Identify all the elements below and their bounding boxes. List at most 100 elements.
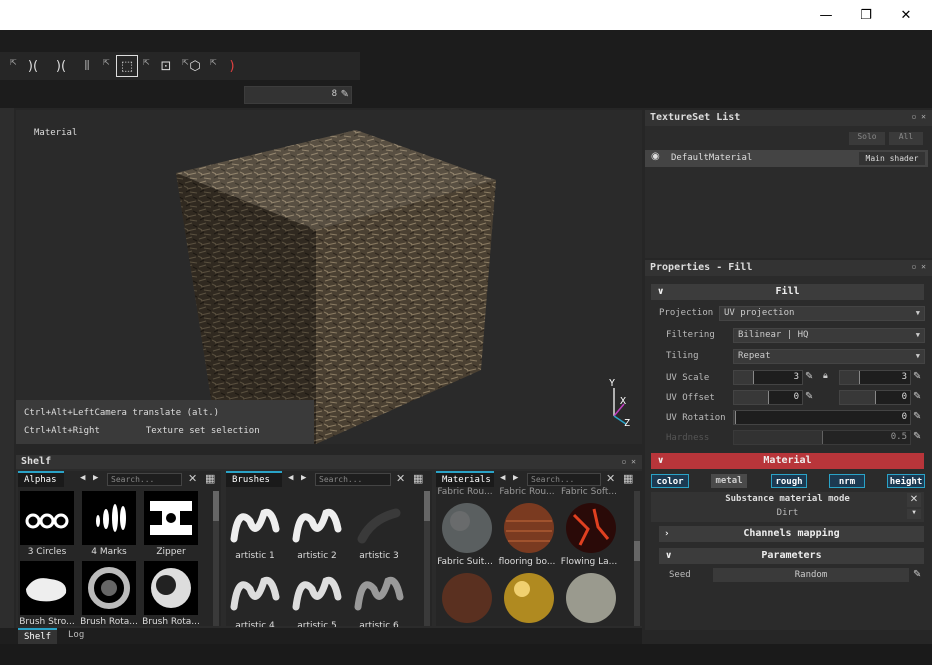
brush-thumb[interactable] (352, 499, 406, 553)
filtering-dropdown[interactable]: Bilinear | HQ ▼ (733, 328, 925, 343)
textureset-item[interactable]: ◉ DefaultMaterial Main shader (645, 150, 928, 167)
popout-icon[interactable]: ⇱ (10, 58, 17, 67)
material-ball[interactable] (502, 571, 556, 625)
material-ball[interactable] (564, 501, 618, 555)
close-window-button[interactable]: ✕ (886, 0, 926, 30)
material-section-header[interactable]: ∨ Material (651, 453, 924, 469)
cube-view-icon[interactable]: ⬡ (184, 55, 206, 77)
camera-icon[interactable]: ⊡ (154, 55, 178, 77)
channels-mapping-header[interactable]: › Channels mapping (659, 526, 924, 542)
pen-icon[interactable]: ✎ (805, 391, 813, 402)
pen-icon[interactable]: ✎ (805, 371, 813, 382)
material-ball[interactable] (440, 571, 494, 625)
brush-thumb[interactable] (228, 499, 282, 553)
uv-rotation-slider[interactable]: 0 (733, 410, 911, 425)
uv-scale-u-slider[interactable]: 3 (733, 370, 803, 385)
tab-shelf[interactable]: Shelf (18, 628, 58, 644)
grid-view-icon[interactable]: ▦ (623, 472, 633, 485)
remove-substance-icon[interactable]: ✕ (907, 493, 921, 507)
brush-thumb[interactable] (228, 567, 282, 621)
pen-icon[interactable]: ✎ (913, 371, 921, 382)
arrow-left-icon[interactable]: ◀ (500, 473, 505, 483)
material-ball[interactable] (440, 501, 494, 555)
pen-icon[interactable]: ✎ (341, 89, 349, 100)
channel-nrm-button[interactable]: nrm (829, 474, 865, 488)
alphas-scrollbar[interactable] (213, 491, 219, 626)
clear-search-icon[interactable]: ✕ (606, 472, 615, 485)
alphas-search-input[interactable]: Search... (107, 473, 182, 486)
popout-icon[interactable]: ⇱ (103, 58, 110, 67)
materials-search-input[interactable]: Search... (527, 473, 601, 486)
symmetry-x-icon[interactable]: )( (48, 55, 74, 77)
alpha-thumb[interactable] (144, 491, 198, 545)
clear-search-icon[interactable]: ✕ (188, 472, 197, 485)
pen-icon[interactable]: ✎ (913, 431, 921, 442)
brushes-scrollbar[interactable] (424, 491, 430, 626)
arrow-right-icon[interactable]: ▶ (301, 473, 306, 483)
channel-rough-button[interactable]: rough (771, 474, 807, 488)
radio-icon[interactable]: ◉ (651, 151, 660, 162)
uv-offset-u-slider[interactable]: 0 (733, 390, 803, 405)
minimize-button[interactable]: — (806, 0, 846, 30)
maximize-button[interactable]: ❐ (846, 0, 886, 30)
material-ball[interactable] (564, 571, 618, 625)
uv-scale-u-value: 3 (793, 372, 799, 382)
seed-random-button[interactable]: Random (713, 568, 909, 582)
all-button[interactable]: All (889, 132, 923, 145)
shader-selector[interactable]: Main shader (859, 152, 925, 165)
pen-icon[interactable]: ✎ (913, 569, 921, 580)
filtering-value: Bilinear | HQ (738, 330, 809, 340)
brushes-tab[interactable]: Brushes (226, 471, 282, 487)
fill-section-header[interactable]: ∨ Fill (651, 284, 924, 300)
grid-view-icon[interactable]: ▦ (413, 472, 423, 485)
brush-thumb[interactable] (290, 499, 344, 553)
arrow-left-icon[interactable]: ◀ (288, 473, 293, 483)
alpha-thumb[interactable] (20, 491, 74, 545)
materials-scrollbar[interactable] (634, 491, 640, 626)
clear-search-icon[interactable]: ✕ (396, 472, 405, 485)
tiling-dropdown[interactable]: Repeat ▼ (733, 349, 925, 364)
symmetry-options-icon[interactable]: ⦀ (76, 55, 98, 77)
pen-icon[interactable]: ✎ (913, 391, 921, 402)
lock-icon[interactable]: 🔒︎ (823, 371, 828, 381)
arrow-right-icon[interactable]: ▶ (93, 473, 98, 483)
3d-viewport[interactable]: Material Y X Z Ctrl+Alt+LeftCamera trans… (16, 110, 642, 444)
brush-label: artistic 1 (235, 551, 275, 561)
materials-tab[interactable]: Materials (436, 471, 494, 487)
popout-icon[interactable]: ⇱ (143, 58, 150, 67)
projection-dropdown[interactable]: UV projection ▼ (719, 306, 925, 321)
symmetry-mirror-icon[interactable]: )( (20, 55, 46, 77)
pen-icon[interactable]: ✎ (913, 411, 921, 422)
solo-button[interactable]: Solo (849, 132, 885, 145)
channel-height-button[interactable]: height (887, 474, 925, 488)
tab-log[interactable]: Log (62, 628, 90, 644)
chevron-down-icon[interactable]: ▼ (907, 509, 921, 519)
symmetry-red-icon[interactable]: ) (222, 55, 242, 77)
alpha-thumb[interactable] (82, 561, 136, 615)
grid-view-icon[interactable]: ▦ (205, 472, 215, 485)
alpha-thumb[interactable] (20, 561, 74, 615)
object-mode-icon[interactable]: ⬚ (116, 55, 138, 77)
alpha-thumb[interactable] (144, 561, 198, 615)
toolbar-slider[interactable]: 8 ✎ (244, 86, 352, 104)
parameters-header[interactable]: ∨ Parameters (659, 548, 924, 564)
channel-color-button[interactable]: color (651, 474, 689, 488)
textured-cube[interactable] (16, 110, 642, 444)
brush-thumb[interactable] (352, 567, 406, 621)
alpha-thumb[interactable] (82, 491, 136, 545)
alphas-tab[interactable]: Alphas (18, 471, 64, 487)
panel-window-icons[interactable]: ▫ ✕ (912, 262, 926, 271)
brush-thumb[interactable] (290, 567, 344, 621)
arrow-right-icon[interactable]: ▶ (513, 473, 518, 483)
panel-window-icons[interactable]: ▫ ✕ (912, 112, 926, 121)
uv-scale-v-slider[interactable]: 3 (839, 370, 911, 385)
panel-window-icons[interactable]: ▫ ✕ (622, 457, 636, 466)
material-ball[interactable] (502, 501, 556, 555)
uv-offset-v-value: 0 (901, 392, 907, 402)
popout-icon[interactable]: ⇱ (210, 58, 217, 67)
arrow-left-icon[interactable]: ◀ (80, 473, 85, 483)
uv-offset-v-slider[interactable]: 0 (839, 390, 911, 405)
brushes-search-input[interactable]: Search... (315, 473, 391, 486)
hardness-slider[interactable]: 0.5 (733, 430, 911, 445)
channel-metal-button[interactable]: metal (711, 474, 747, 488)
